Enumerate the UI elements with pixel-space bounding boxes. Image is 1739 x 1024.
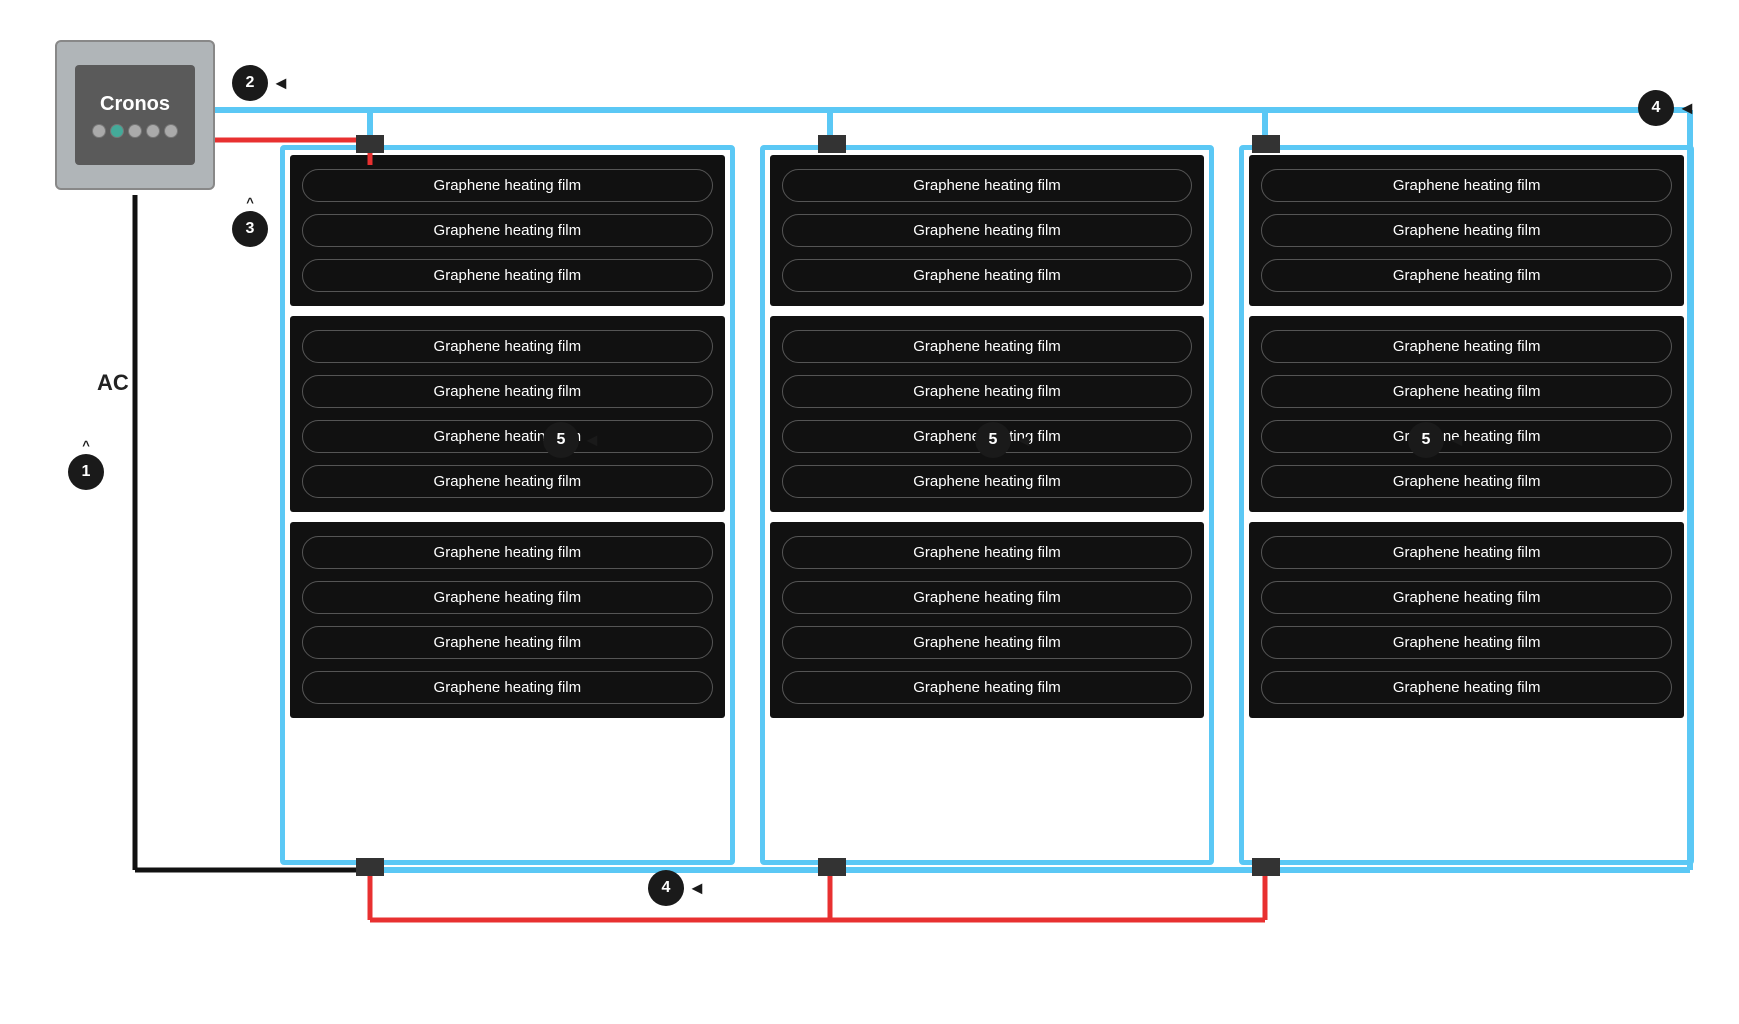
col1-section1: Graphene heating film Graphene heating f… (290, 155, 725, 306)
arrow4-top: ◄ (1678, 98, 1696, 119)
cronos-inner: Cronos (75, 65, 195, 165)
hat3: ^ (232, 195, 268, 210)
num5-col3-group: 5 ◄ (1408, 422, 1466, 458)
panel-column-3: Graphene heating film Graphene heating f… (1249, 155, 1684, 855)
film-strip: Graphene heating film (302, 420, 713, 453)
num-circle-1: 1 (68, 454, 104, 490)
num-circle-5-col2: 5 (975, 422, 1011, 458)
cronos-controller: Cronos (55, 40, 215, 190)
num2-group: 2 ◄ (232, 65, 290, 101)
film-strip: Graphene heating film (1261, 671, 1672, 704)
film-strip: Graphene heating film (782, 214, 1193, 247)
btn-1 (92, 124, 106, 138)
arrow2: ◄ (272, 73, 290, 94)
film-strip: Graphene heating film (1261, 259, 1672, 292)
diagram-container: Cronos AC ^ 1 2 ◄ ^ 3 (0, 0, 1739, 1024)
film-strip: Graphene heating film (782, 465, 1193, 498)
film-strip: Graphene heating film (302, 214, 713, 247)
film-strip: Graphene heating film (782, 259, 1193, 292)
num5-col1-label: 5 (557, 431, 566, 449)
film-strip: Graphene heating film (782, 375, 1193, 408)
film-strip: Graphene heating film (302, 581, 713, 614)
film-strip: Graphene heating film (1261, 536, 1672, 569)
btn-4 (146, 124, 160, 138)
num4-top-group: 4 ◄ (1638, 90, 1696, 126)
num-circle-5-col3: 5 (1408, 422, 1444, 458)
col2-section2: Graphene heating film Graphene heating f… (770, 316, 1205, 512)
num-circle-5-col1: 5 (543, 422, 579, 458)
col2-section3: Graphene heating film Graphene heating f… (770, 522, 1205, 718)
num3-group: ^ 3 (232, 195, 268, 247)
film-strip: Graphene heating film (302, 330, 713, 363)
film-strip: Graphene heating film (1261, 375, 1672, 408)
col3-section3: Graphene heating film Graphene heating f… (1249, 522, 1684, 718)
arrow5-col3: ◄ (1448, 430, 1466, 451)
num-circle-4-top: 4 (1638, 90, 1674, 126)
arrow5-col2: ◄ (1015, 430, 1033, 451)
ac-label: AC (97, 370, 129, 396)
hat1: ^ (68, 438, 104, 453)
cronos-brand: Cronos (100, 93, 170, 116)
num-circle-2: 2 (232, 65, 268, 101)
num-circle-3: 3 (232, 211, 268, 247)
panel-column-2: Graphene heating film Graphene heating f… (770, 155, 1205, 855)
panels-area: Graphene heating film Graphene heating f… (290, 155, 1684, 855)
film-strip: Graphene heating film (782, 536, 1193, 569)
num5-col3-label: 5 (1422, 431, 1431, 449)
film-strip: Graphene heating film (1261, 465, 1672, 498)
num3-label: 3 (246, 220, 255, 238)
cronos-buttons (92, 124, 178, 138)
num-circle-4-bot: 4 (648, 870, 684, 906)
film-strip: Graphene heating film (1261, 581, 1672, 614)
num4-bot-group: 4 ◄ (648, 870, 706, 906)
film-strip: Graphene heating film (302, 375, 713, 408)
film-strip: Graphene heating film (302, 626, 713, 659)
btn-5 (164, 124, 178, 138)
num1-label: 1 (82, 463, 91, 481)
film-strip: Graphene heating film (1261, 330, 1672, 363)
btn-2 (110, 124, 124, 138)
num5-col1-group: 5 ◄ (543, 422, 601, 458)
film-strip: Graphene heating film (782, 330, 1193, 363)
num5-col2-label: 5 (989, 431, 998, 449)
film-strip: Graphene heating film (782, 626, 1193, 659)
film-strip: Graphene heating film (782, 169, 1193, 202)
arrow5-col1: ◄ (583, 430, 601, 451)
film-strip: Graphene heating film (1261, 626, 1672, 659)
num4-bot-label: 4 (662, 879, 671, 897)
col3-section1: Graphene heating film Graphene heating f… (1249, 155, 1684, 306)
film-strip: Graphene heating film (302, 536, 713, 569)
arrow4-bot: ◄ (688, 878, 706, 899)
col2-section1: Graphene heating film Graphene heating f… (770, 155, 1205, 306)
film-strip: Graphene heating film (1261, 214, 1672, 247)
film-strip: Graphene heating film (302, 671, 713, 704)
col1-section2: Graphene heating film Graphene heating f… (290, 316, 725, 512)
num4-top-label: 4 (1652, 99, 1661, 117)
film-strip: Graphene heating film (782, 671, 1193, 704)
film-strip: Graphene heating film (782, 581, 1193, 614)
btn-3 (128, 124, 142, 138)
film-strip: Graphene heating film (302, 169, 713, 202)
col1-section3: Graphene heating film Graphene heating f… (290, 522, 725, 718)
film-strip: Graphene heating film (1261, 169, 1672, 202)
film-strip: Graphene heating film (302, 259, 713, 292)
num5-col2-group: 5 ◄ (975, 422, 1033, 458)
film-strip: Graphene heating film (1261, 420, 1672, 453)
num1-group: ^ 1 (68, 438, 104, 490)
panel-column-1: Graphene heating film Graphene heating f… (290, 155, 725, 855)
col3-section2: Graphene heating film Graphene heating f… (1249, 316, 1684, 512)
num2-label: 2 (246, 74, 255, 92)
film-strip: Graphene heating film (302, 465, 713, 498)
